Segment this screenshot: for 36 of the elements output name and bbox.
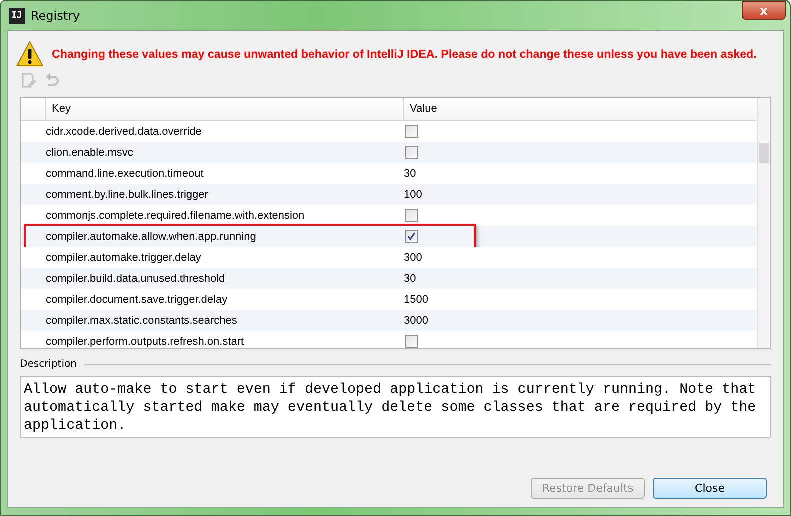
value-cell-text: 300 [403, 252, 424, 264]
description-label: Description [20, 359, 77, 370]
key-cell-text: compiler.max.static.constants.searches [45, 314, 238, 326]
value-cell-text: 30 [403, 272, 418, 284]
key-cell-text: cidr.xcode.derived.data.override [45, 126, 203, 138]
checkbox[interactable] [405, 146, 418, 159]
key-cell-text: compiler.automake.allow.when.app.running [45, 230, 258, 242]
table-row[interactable]: clion.enable.msvc [21, 142, 758, 163]
column-header[interactable]: Key [45, 98, 403, 120]
table-row[interactable]: compiler.automake.allow.when.app.running [21, 226, 758, 247]
key-cell-text: command.line.execution.timeout [45, 168, 205, 180]
key-cell-text: compiler.document.save.trigger.delay [45, 294, 229, 306]
checkbox[interactable] [405, 125, 418, 138]
key-cell-text: compiler.build.data.unused.threshold [45, 272, 226, 284]
key-cell-text: comment.by.line.bulk.lines.trigger [45, 188, 210, 200]
value-cell-text: 100 [403, 188, 424, 200]
table-row[interactable]: comment.by.line.bulk.lines.trigger 100 [21, 184, 758, 205]
key-cell-text: compiler.perform.outputs.refresh.on.start [45, 336, 246, 348]
table-row[interactable]: compiler.max.static.constants.searches 3000 [21, 310, 758, 331]
description-text: Allow auto-make to start even if developed application is currently running. Note that automatically started make may eventually delete some classes that are required by the application. [20, 376, 771, 438]
checkbox[interactable] [405, 230, 418, 243]
scrollbar[interactable] [757, 98, 770, 348]
table-row[interactable]: compiler.build.data.unused.threshold 30 [21, 268, 758, 289]
key-cell-text: compiler.automake.trigger.delay [45, 252, 202, 264]
checkbox[interactable] [405, 335, 418, 348]
warning-text: Changing these values may cause unwanted behavior of IntelliJ IDEA. Please do not change these unless you have been asked. [52, 48, 757, 60]
key-cell-text: clion.enable.msvc [45, 146, 134, 158]
checkbox[interactable] [405, 209, 418, 222]
warning-icon [16, 41, 44, 67]
value-cell-text: 3000 [403, 314, 430, 326]
value-cell-text: 1500 [403, 294, 430, 306]
value-cell-text: 30 [403, 168, 418, 180]
window-title: Registry [31, 8, 80, 22]
app-logo: IJ [9, 8, 25, 24]
key-cell-text: commonjs.complete.required.filename.with.extension [45, 210, 306, 222]
close-button[interactable]: Close [653, 478, 767, 499]
